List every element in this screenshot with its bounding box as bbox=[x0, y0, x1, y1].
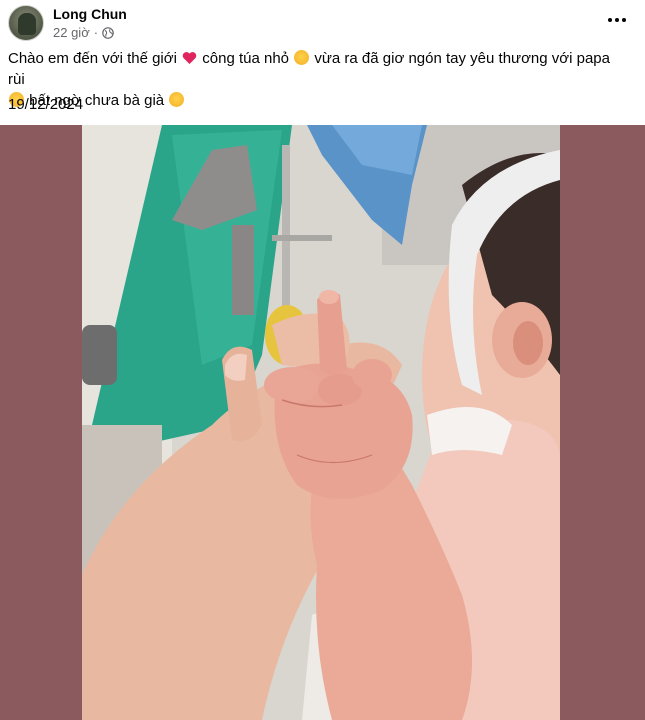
post-header: Long Chun 22 giờ · bbox=[0, 0, 645, 46]
facebook-post: Long Chun 22 giờ · Chào em đến với thế g… bbox=[0, 0, 645, 720]
smiling-face-with-hearts-icon bbox=[294, 50, 310, 65]
globe-icon[interactable] bbox=[102, 26, 114, 39]
more-options-icon[interactable] bbox=[605, 12, 629, 28]
meta-separator: · bbox=[93, 25, 99, 40]
post-caption: Chào em đến với thế giới công túa nhỏ vừ… bbox=[8, 48, 628, 111]
author-name[interactable]: Long Chun bbox=[53, 6, 127, 22]
caption-text-2: công túa nhỏ bbox=[202, 50, 290, 67]
caption-text-1: Chào em đến với thế giới bbox=[8, 50, 177, 67]
smiling-face-icon bbox=[169, 92, 185, 107]
red-heart-icon bbox=[182, 51, 197, 65]
post-photo[interactable] bbox=[82, 125, 560, 720]
avatar-figure bbox=[18, 13, 36, 35]
author-avatar[interactable] bbox=[8, 5, 44, 41]
post-date-text: 19/12/2024 bbox=[8, 96, 84, 113]
post-meta: 22 giờ · bbox=[53, 25, 114, 40]
post-time[interactable]: 22 giờ bbox=[53, 25, 90, 40]
photo-frame[interactable] bbox=[0, 125, 645, 720]
